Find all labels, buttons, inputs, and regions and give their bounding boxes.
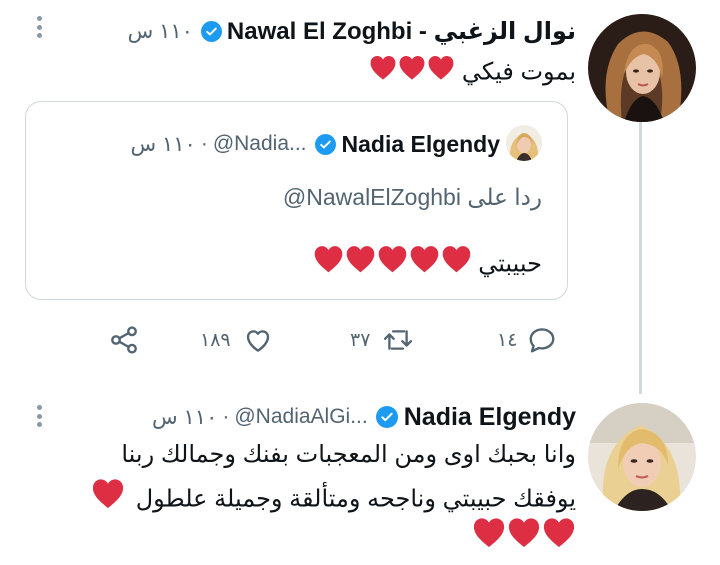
quoted-reply-context: ردا على @NawalElZoghbi <box>283 181 542 213</box>
reply-text-line-1: وانا بحبك اوى ومن المعجبات بفنك وجمالك ر… <box>121 441 576 468</box>
like-action[interactable]: ١٨٩ <box>200 324 273 356</box>
like-count: ١٨٩ <box>200 329 231 351</box>
heart-emoji-icon <box>313 244 344 286</box>
verified-badge-icon <box>200 20 222 42</box>
reply-count: ١٤ <box>497 329 518 351</box>
quoted-tweet-body: حبيبتي <box>312 244 542 286</box>
reply-time[interactable]: ١١٠ س <box>152 405 217 430</box>
reply-icon <box>527 325 557 355</box>
separator-dot: · <box>222 405 230 428</box>
heart-emojis <box>368 54 455 92</box>
heart-emoji-icon <box>91 477 125 523</box>
heart-emoji-icon <box>441 244 472 286</box>
reply-context-handle[interactable]: @NawalElZoghbi <box>283 184 461 210</box>
heart-emoji-icon <box>398 54 426 92</box>
retweet-action[interactable]: ٣٧ <box>350 324 414 356</box>
reply-text-line-2: يوفقك حبيبتي وناجحه ومتألقة وجميلة علطول <box>135 485 576 513</box>
heart-emoji-icon <box>507 516 541 562</box>
more-options-icon[interactable] <box>37 16 43 38</box>
retweet-icon <box>382 325 414 355</box>
nadia-avatar[interactable] <box>588 403 696 511</box>
heart-emojis <box>312 244 472 286</box>
heart-emoji-icon <box>377 244 408 286</box>
reply-context-label: ردا على <box>467 184 542 210</box>
reply-action[interactable]: ١٤ <box>497 324 557 356</box>
reply-header: Nadia Elgendy @NadiaAlGi... · ١١٠ س <box>152 399 576 435</box>
reply-line-3 <box>471 516 576 562</box>
reply-line-1: وانا بحبك اوى ومن المعجبات بفنك وجمالك ر… <box>121 437 576 473</box>
separator-dot: · <box>200 132 208 155</box>
heart-emojis <box>471 516 576 562</box>
share-icon <box>108 324 140 356</box>
tweet-header: نوال الزغبي - Nawal El Zoghbi ١١٠ س <box>128 14 576 48</box>
heart-emoji-icon <box>369 54 397 92</box>
author-name[interactable]: نوال الزغبي - Nawal El Zoghbi <box>227 17 576 46</box>
quoted-tweet-time: ١١٠ س <box>130 132 196 156</box>
share-action[interactable] <box>108 324 140 356</box>
heart-emoji-icon <box>542 516 576 562</box>
heart-emoji-icon <box>409 244 440 286</box>
quoted-tweet-text: حبيبتي <box>478 250 542 278</box>
verified-badge-icon <box>314 133 336 155</box>
tweet-text: بموت فيكي <box>461 58 576 86</box>
heart-emojis <box>90 477 125 523</box>
quoted-author-avatar <box>506 125 542 161</box>
heart-emoji-icon <box>427 54 455 92</box>
heart-emoji-icon <box>472 516 506 562</box>
tweet-time[interactable]: ١١٠ س <box>128 19 193 44</box>
verified-badge-icon <box>375 406 398 428</box>
quoted-tweet-header: Nadia Elgendy @Nadia... · ١١٠ س <box>130 127 500 161</box>
reply-author-handle[interactable]: @NadiaAlGi... <box>234 405 367 429</box>
thread-connector-line <box>639 122 642 394</box>
nawal-avatar[interactable] <box>588 14 696 122</box>
more-options-icon[interactable] <box>37 405 43 427</box>
like-icon <box>243 325 273 355</box>
tweet-body: بموت فيكي <box>368 54 576 92</box>
retweet-count: ٣٧ <box>350 329 371 351</box>
heart-emoji-icon <box>345 244 376 286</box>
quoted-author-name: Nadia Elgendy <box>341 130 500 157</box>
quoted-author-handle: @Nadia... <box>212 132 307 155</box>
reply-author-name[interactable]: Nadia Elgendy <box>404 403 576 432</box>
